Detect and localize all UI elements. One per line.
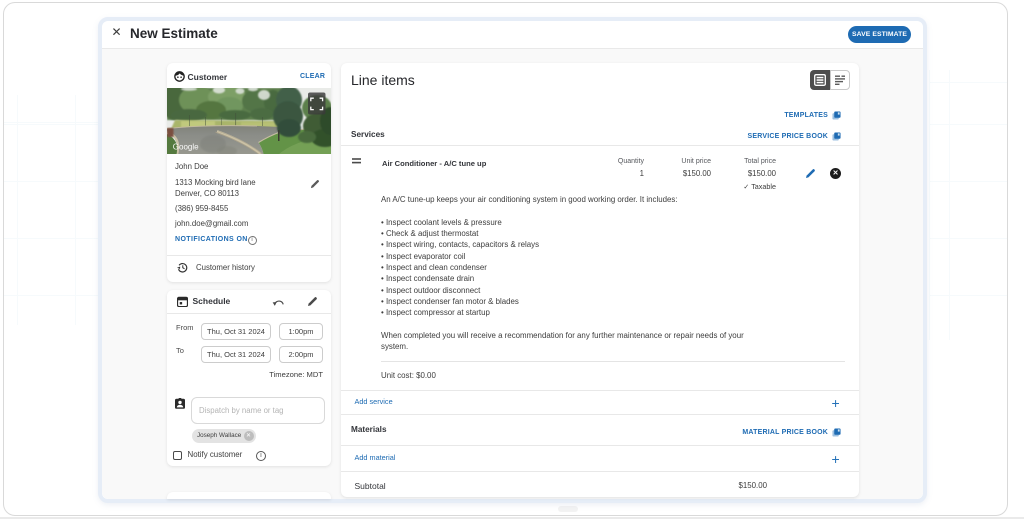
svg-text:Google: Google [173, 143, 199, 152]
